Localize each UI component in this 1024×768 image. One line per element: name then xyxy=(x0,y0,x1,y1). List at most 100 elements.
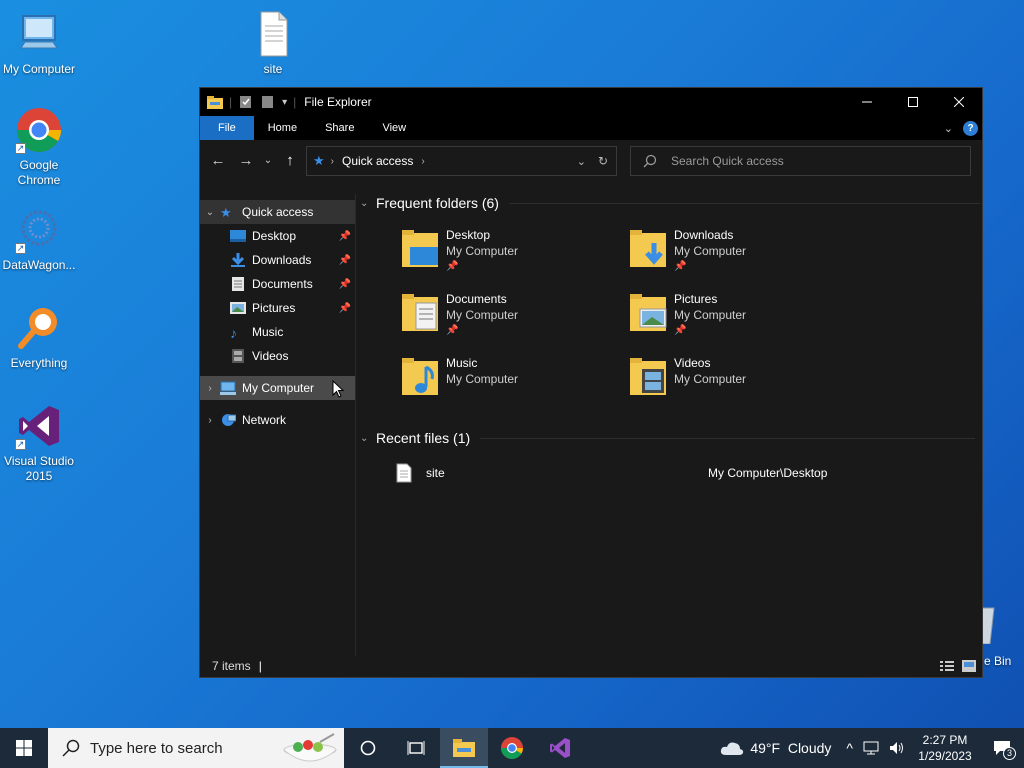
minimize-button[interactable] xyxy=(844,88,890,116)
cortana-button[interactable] xyxy=(344,728,392,768)
sidebar-item-desktop[interactable]: Desktop 📌 xyxy=(200,224,355,248)
properties-icon[interactable] xyxy=(238,95,254,109)
chevron-down-icon[interactable]: ⌄ xyxy=(360,198,376,209)
tab-file[interactable]: File xyxy=(200,116,254,140)
recent-files-header[interactable]: ⌄ Recent files (1) xyxy=(360,426,975,450)
weather-widget[interactable]: 49°F Cloudy xyxy=(710,740,841,756)
title-bar[interactable]: | ▾ | File Explorer xyxy=(200,88,982,116)
desktop-icon-my-computer[interactable]: My Computer xyxy=(0,10,78,77)
pictures-folder-icon xyxy=(628,291,668,335)
forward-arrow-icon[interactable]: → xyxy=(232,152,260,169)
sidebar-item-music[interactable]: ♪ Music xyxy=(200,320,355,344)
large-icons-view-icon[interactable] xyxy=(962,660,976,672)
chevron-down-icon[interactable]: ⌄ xyxy=(200,207,220,218)
sidebar-item-network[interactable]: › Network xyxy=(200,408,355,432)
folder-location: My Computer xyxy=(446,372,519,386)
chevron-down-icon[interactable]: ⌄ xyxy=(360,433,376,444)
close-button[interactable] xyxy=(936,88,982,116)
network-status-icon[interactable] xyxy=(863,741,879,755)
minimize-icon xyxy=(862,101,872,103)
action-center-button[interactable]: 3 xyxy=(980,728,1024,768)
recent-file-row[interactable]: site My Computer\Desktop xyxy=(396,462,956,484)
desktop-folder-icon xyxy=(400,227,440,271)
sidebar-item-documents[interactable]: Documents 📌 xyxy=(200,272,355,296)
desktop-icon-label: site xyxy=(263,62,283,76)
new-folder-icon[interactable] xyxy=(260,95,276,109)
mouse-cursor-icon xyxy=(332,380,344,398)
sidebar-item-pictures[interactable]: Pictures 📌 xyxy=(200,296,355,320)
pin-icon: 📌 xyxy=(446,325,459,336)
folder-tile-documents[interactable]: Documents My Computer 📌 xyxy=(400,291,620,341)
sidebar-item-quick-access[interactable]: ⌄ ★ Quick access xyxy=(200,200,355,224)
desktop-icon-site-file[interactable]: site xyxy=(234,10,312,77)
recent-locations-icon[interactable]: ⌄ xyxy=(260,155,276,166)
folder-tile-downloads[interactable]: Downloads My Computer 📌 xyxy=(628,227,848,277)
tab-share[interactable]: Share xyxy=(311,116,368,140)
desktop-icon-label: Visual Studio 2015 xyxy=(4,454,74,483)
search-box[interactable]: Search Quick access xyxy=(630,146,971,176)
folder-tile-music[interactable]: Music My Computer xyxy=(400,355,620,405)
folder-tile-desktop[interactable]: Desktop My Computer 📌 xyxy=(400,227,620,277)
breadcrumb-quick-access[interactable]: Quick access xyxy=(342,154,413,168)
sidebar-item-videos[interactable]: Videos xyxy=(200,344,355,368)
details-view-icon[interactable] xyxy=(940,660,954,672)
clock-date: 1/29/2023 xyxy=(918,749,972,763)
salad-bowl-icon xyxy=(283,733,337,762)
volume-icon[interactable] xyxy=(889,741,905,755)
pin-icon: 📌 xyxy=(674,261,687,272)
clock-time: 2:27 PM xyxy=(922,733,968,747)
task-view-button[interactable] xyxy=(392,728,440,768)
computer-icon xyxy=(15,10,63,58)
clock[interactable]: 2:27 PM 1/29/2023 xyxy=(910,732,980,764)
text-file-icon xyxy=(249,10,297,58)
search-input[interactable]: Search Quick access xyxy=(671,154,784,168)
chevron-right-icon[interactable]: › xyxy=(200,415,220,426)
show-hidden-icons-chevron-icon[interactable]: ^ xyxy=(841,740,858,756)
chrome-icon xyxy=(501,737,523,759)
up-arrow-icon[interactable]: ↑ xyxy=(276,152,304,169)
taskbar-search-box[interactable]: Type here to search xyxy=(48,728,344,768)
desktop-icon-label: Google Chrome xyxy=(17,158,61,187)
desktop-icon-visual-studio[interactable]: ↗ Visual Studio 2015 xyxy=(0,402,78,484)
help-icon[interactable]: ? xyxy=(963,120,978,136)
recent-file-name: site xyxy=(426,466,445,480)
folder-name: Desktop xyxy=(446,228,491,242)
refresh-icon[interactable]: ↻ xyxy=(598,154,608,168)
desktop-icon-chrome[interactable]: ↗ Google Chrome xyxy=(0,106,78,188)
expand-ribbon-icon[interactable]: ⌄ xyxy=(944,122,953,135)
downloads-folder-icon xyxy=(628,227,668,271)
folder-tile-videos[interactable]: Videos My Computer xyxy=(628,355,848,405)
documents-folder-icon xyxy=(400,291,440,335)
quick-access-toolbar: | ▾ | xyxy=(200,95,296,109)
tab-view[interactable]: View xyxy=(368,116,420,140)
tab-home[interactable]: Home xyxy=(254,116,311,140)
file-explorer-icon xyxy=(207,96,223,109)
address-dropdown-icon[interactable]: ⌄ xyxy=(577,155,586,168)
text-file-icon xyxy=(396,463,412,483)
videos-icon xyxy=(232,349,244,363)
taskbar-file-explorer[interactable] xyxy=(440,728,488,768)
folder-tile-pictures[interactable]: Pictures My Computer 📌 xyxy=(628,291,848,341)
shortcut-arrow-icon: ↗ xyxy=(15,243,26,254)
sidebar-item-my-computer[interactable]: › My Computer xyxy=(200,376,355,400)
desktop-icon-datawagon[interactable]: ↗ DataWagon... xyxy=(0,206,78,273)
customize-toolbar-icon[interactable]: ▾ xyxy=(282,97,287,108)
taskbar-search-input[interactable]: Type here to search xyxy=(90,740,223,757)
start-button[interactable] xyxy=(0,728,48,768)
chevron-right-icon[interactable]: › xyxy=(200,383,220,394)
taskbar-visual-studio[interactable] xyxy=(536,728,584,768)
maximize-button[interactable] xyxy=(890,88,936,116)
frequent-folders-header[interactable]: ⌄ Frequent folders (6) xyxy=(360,191,980,215)
datawagon-icon: ↗ xyxy=(15,206,63,254)
address-bar[interactable]: ★ › Quick access › ⌄ ↻ xyxy=(306,146,617,176)
desktop-icon-recycle-bin[interactable]: e Bin xyxy=(976,604,1024,668)
back-arrow-icon[interactable]: ← xyxy=(204,152,232,169)
sidebar-item-downloads[interactable]: Downloads 📌 xyxy=(200,248,355,272)
taskbar-chrome[interactable] xyxy=(488,728,536,768)
sidebar-item-label: Videos xyxy=(252,349,289,363)
sidebar-item-label: Pictures xyxy=(252,301,296,315)
folder-name: Documents xyxy=(446,292,507,306)
search-icon xyxy=(62,739,80,757)
recent-file-path: My Computer\Desktop xyxy=(708,466,828,480)
desktop-icon-everything[interactable]: Everything xyxy=(0,304,78,371)
